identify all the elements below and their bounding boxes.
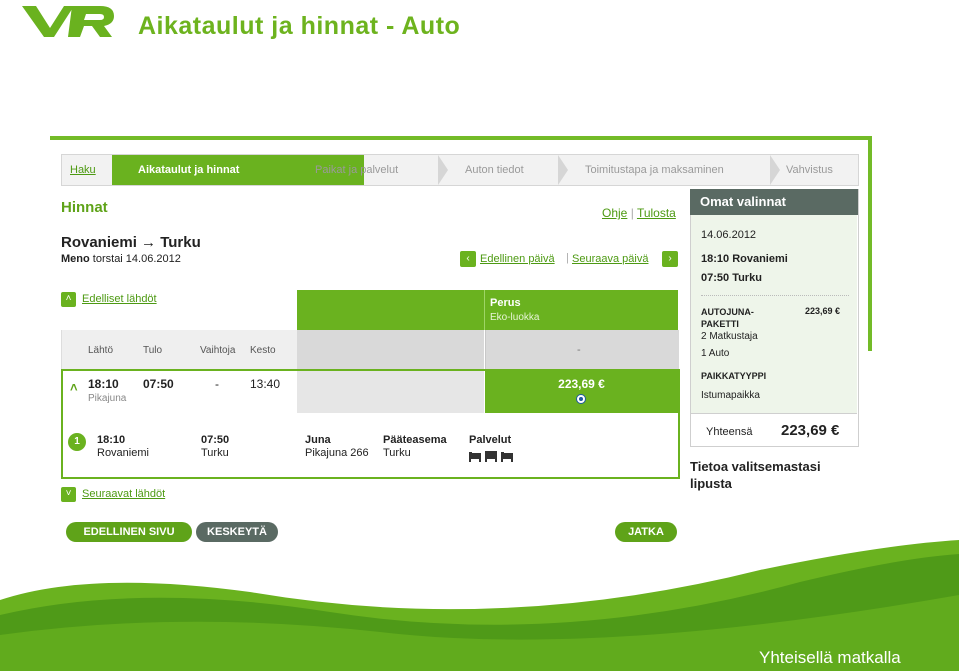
package-price: 223,69 € [805,306,841,316]
step-label: Toimitustapa ja maksaminen [585,164,724,176]
terminus-label: Pääteasema [383,434,447,446]
row-duration: 13:40 [250,377,281,391]
terminus-value: Turku [383,447,411,459]
step-label: Auton tiedot [465,164,524,176]
row-arrive: 07:50 [143,377,174,391]
column-header-empty [297,330,484,369]
date-text: torstai 14.06.2012 [92,253,181,265]
leg-depart-time: 18:10 [97,434,126,446]
column-header-fare [485,330,679,369]
service-icons [469,451,513,462]
journey-date: Meno torstai 14.06.2012 [61,253,181,265]
summary-header: Omat valinnat [690,189,858,215]
divider: | [566,252,569,264]
col-duration: Kesto [250,345,276,356]
empty-fare-cell [297,371,484,413]
train-label: Juna [305,434,331,446]
prev-day-icon[interactable]: ‹ [460,251,476,267]
row-depart: 18:10 [88,377,119,391]
summary-arrive: 07:50 Turku [701,272,762,284]
seat-icon [485,451,497,462]
collapse-icon[interactable]: ˄ [70,380,78,395]
ticket-info-link[interactable]: Tietoa valitsemastasi lipusta [690,458,850,492]
step-arrow [438,155,448,185]
vr-logo [22,6,114,37]
summary-depart: 18:10 Rovaniemi [701,253,788,265]
fare-dash: - [577,344,581,356]
row-changes: - [215,377,219,391]
total-label: Yhteensä [706,426,753,438]
train-value: Pikajuna 266 [305,447,369,459]
direction-label: Meno [61,253,90,265]
services-label: Palvelut [469,434,512,446]
summary-date: 14.06.2012 [701,229,757,241]
divider [701,295,849,296]
chevron-down-icon[interactable]: ˅ [61,487,76,502]
continue-button[interactable]: JATKA [615,522,677,542]
help-link[interactable]: Ohje [602,206,627,220]
step-label: Aikataulut ja hinnat [138,164,240,176]
prev-day-link[interactable]: Edellinen päivä [480,253,555,265]
help-print-links: Ohje | Tulosta [602,206,676,220]
previous-page-button[interactable]: EDELLINEN SIVU [66,522,192,542]
col-arrival: Tulo [143,345,163,356]
cars: 1 Auto [701,348,730,359]
leg-arrive-station: Turku [201,447,229,459]
divider [484,290,485,330]
fare-header [297,290,678,330]
summary-title: Omat valinnat [700,194,786,209]
fare-class: Perus [490,297,521,309]
step-toimitustapa: Toimitustapa ja maksaminen [585,155,724,185]
fare-radio[interactable] [576,394,586,404]
bed-icon [469,452,481,462]
col-changes: Vaihtoja [200,345,236,356]
prices-heading: Hinnat [61,199,108,216]
bed-icon [501,452,513,462]
slide-title: Aikataulut ja hinnat - Auto [138,12,461,40]
print-link[interactable]: Tulosta [637,206,676,220]
route-title: Rovaniemi → Turku [61,234,201,251]
step-arrow [770,155,780,185]
fare-subclass: Eko-luokka [490,312,540,323]
cancel-button[interactable]: KESKEYTÄ [196,522,278,542]
booking-steps: Haku Aikataulut ja hinnat Paikat ja palv… [61,154,859,186]
frame-border-top [50,136,872,140]
divider [691,413,857,414]
package-label: AUTOJUNA- PAKETTI [701,307,754,329]
step-arrow [288,155,300,185]
step-paikat: Paikat ja palvelut [315,155,398,185]
frame-border-right [868,136,872,351]
step-auton: Auton tiedot [465,155,524,185]
radio-dot [579,397,583,401]
leg-number: 1 [68,433,86,451]
col-departure: Lähtö [88,345,114,356]
row-price: 223,69 € [558,377,605,391]
step-label[interactable]: Haku [70,164,96,176]
seat-type-label: PAIKKATYYPPI [701,371,767,381]
next-day-icon[interactable]: › [662,251,678,267]
step-label: Paikat ja palvelut [315,164,399,176]
total-value: 223,69 € [781,422,840,439]
prev-departures-link[interactable]: Edelliset lähdöt [82,293,157,305]
leg-depart-station: Rovaniemi [97,447,149,459]
step-arrow [558,155,568,185]
row-train-type: Pikajuna [88,393,127,404]
travellers: 2 Matkustaja [701,331,758,342]
leg-arrive-time: 07:50 [201,434,230,446]
step-vahvistus: Vahvistus [786,155,833,185]
step-label: Vahvistus [786,164,833,176]
chevron-up-icon[interactable]: ˄ [61,292,76,307]
next-day-link[interactable]: Seuraava päivä [572,253,648,265]
footer-slogan: Yhteisellä matkalla [759,648,901,667]
next-departures-link[interactable]: Seuraavat lähdöt [82,488,165,500]
step-haku[interactable]: Haku [70,155,96,185]
seat-type-value: Istumapaikka [701,390,760,401]
